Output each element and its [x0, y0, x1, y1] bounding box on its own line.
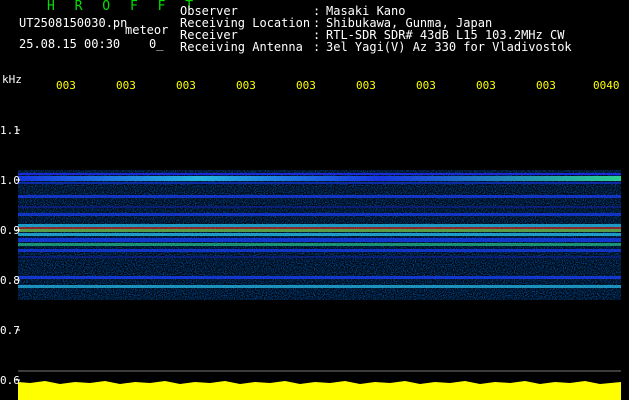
y-label: 0.8 — [0, 274, 20, 287]
x-tick-label: 003 — [116, 79, 136, 92]
yellow-trace — [18, 381, 621, 400]
x-tick-label: 0040 — [593, 79, 620, 92]
x-tick-label: 003 — [416, 79, 436, 92]
filename-label: UT2508150030.pn — [19, 16, 128, 30]
antenna-value: 3el Yagi(V) Az 330 for Vladivostok — [326, 40, 572, 54]
y-label: 1.1 — [0, 124, 20, 137]
y-unit-label: kHz — [2, 73, 22, 86]
x-tick-label: 003 — [536, 79, 556, 92]
x-tick-label: 003 — [296, 79, 316, 92]
x-tick-label: 003 — [236, 79, 256, 92]
y-label: 0.7 — [0, 324, 20, 337]
antenna-label: Receiving Antenna — [180, 40, 303, 54]
colon: : — [313, 40, 321, 54]
brand-label: H R O F F T — [47, 0, 200, 14]
x-tick-label: 003 — [476, 79, 496, 92]
x-tick-label: 003 — [56, 79, 76, 92]
y-label: 1.0 — [0, 174, 20, 187]
spectrogram — [16, 92, 621, 400]
x-tick-label: 003 — [356, 79, 376, 92]
x-tick-label: 003 — [176, 79, 196, 92]
y-label: 0.9 — [0, 224, 20, 237]
meteor-label: meteor — [125, 23, 169, 37]
date-label: 25.08.15 00:30 0_ — [19, 37, 164, 51]
y-label: 0.6 — [0, 374, 20, 387]
